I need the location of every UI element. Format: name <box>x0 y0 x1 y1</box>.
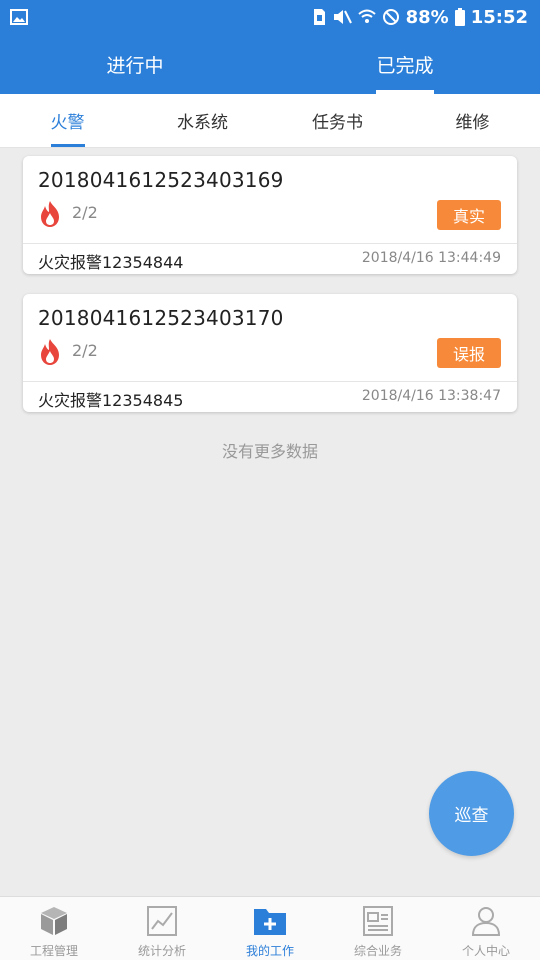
tab-task-book[interactable]: 任务书 <box>270 94 405 147</box>
line-chart-icon <box>145 904 179 938</box>
nav-business[interactable]: 综合业务 <box>324 897 432 960</box>
tab-repair[interactable]: 维修 <box>405 94 540 147</box>
nav-project-management[interactable]: 工程管理 <box>0 897 108 960</box>
tab-fire-alarm[interactable]: 火警 <box>0 94 135 147</box>
tab-completed[interactable]: 已完成 <box>270 34 540 94</box>
record-id: 2018041612523403170 <box>38 306 284 330</box>
tab-water-system[interactable]: 水系统 <box>135 94 270 147</box>
bottom-nav: 工程管理 统计分析 我的工作 综合业务 个人中心 <box>0 896 540 960</box>
nav-personal-center[interactable]: 个人中心 <box>432 897 540 960</box>
record-count: 2/2 <box>72 341 98 360</box>
folder-add-icon <box>253 904 287 938</box>
nav-statistics[interactable]: 统计分析 <box>108 897 216 960</box>
clock: 15:52 <box>470 6 528 28</box>
person-icon <box>469 904 503 938</box>
record-card[interactable]: 2018041612523403169 2/2 真实 火灾报警12354844 … <box>23 156 517 274</box>
status-bar: 88% 15:52 <box>0 0 540 34</box>
top-tab-bar: 进行中 已完成 <box>0 34 540 94</box>
battery-percent: 88% <box>405 6 449 28</box>
wifi-icon <box>357 8 376 26</box>
nav-label: 综合业务 <box>353 944 402 958</box>
record-time: 2018/4/16 13:38:47 <box>361 388 501 404</box>
cube-icon <box>37 904 71 938</box>
status-badge: 真实 <box>437 200 501 230</box>
record-time: 2018/4/16 13:44:49 <box>361 250 501 266</box>
divider <box>23 381 517 382</box>
record-card[interactable]: 2018041612523403170 2/2 误报 火灾报警12354845 … <box>23 294 517 412</box>
nav-label: 工程管理 <box>29 944 78 958</box>
nav-label: 统计分析 <box>137 944 186 958</box>
sim-icon <box>312 8 326 26</box>
nav-label: 个人中心 <box>461 944 510 958</box>
fire-icon <box>38 338 62 366</box>
divider <box>23 243 517 244</box>
document-icon <box>361 904 395 938</box>
battery-icon <box>454 8 465 26</box>
category-tab-bar: 火警 水系统 任务书 维修 <box>0 94 540 148</box>
dnd-icon <box>382 8 400 26</box>
no-more-data-text: 没有更多数据 <box>221 442 318 461</box>
patrol-button[interactable]: 巡查 <box>429 771 514 856</box>
record-list: 2018041612523403169 2/2 真实 火灾报警12354844 … <box>23 156 517 432</box>
nav-label: 我的工作 <box>245 944 294 958</box>
nav-my-work[interactable]: 我的工作 <box>216 897 324 960</box>
record-id: 2018041612523403169 <box>38 168 284 192</box>
fire-icon <box>38 200 62 228</box>
mute-icon <box>332 8 352 26</box>
record-name: 火灾报警12354844 <box>38 253 184 272</box>
record-name: 火灾报警12354845 <box>38 391 184 410</box>
tab-in-progress[interactable]: 进行中 <box>0 34 270 94</box>
status-badge: 误报 <box>437 338 501 368</box>
record-count: 2/2 <box>72 203 98 222</box>
image-icon <box>10 9 28 25</box>
